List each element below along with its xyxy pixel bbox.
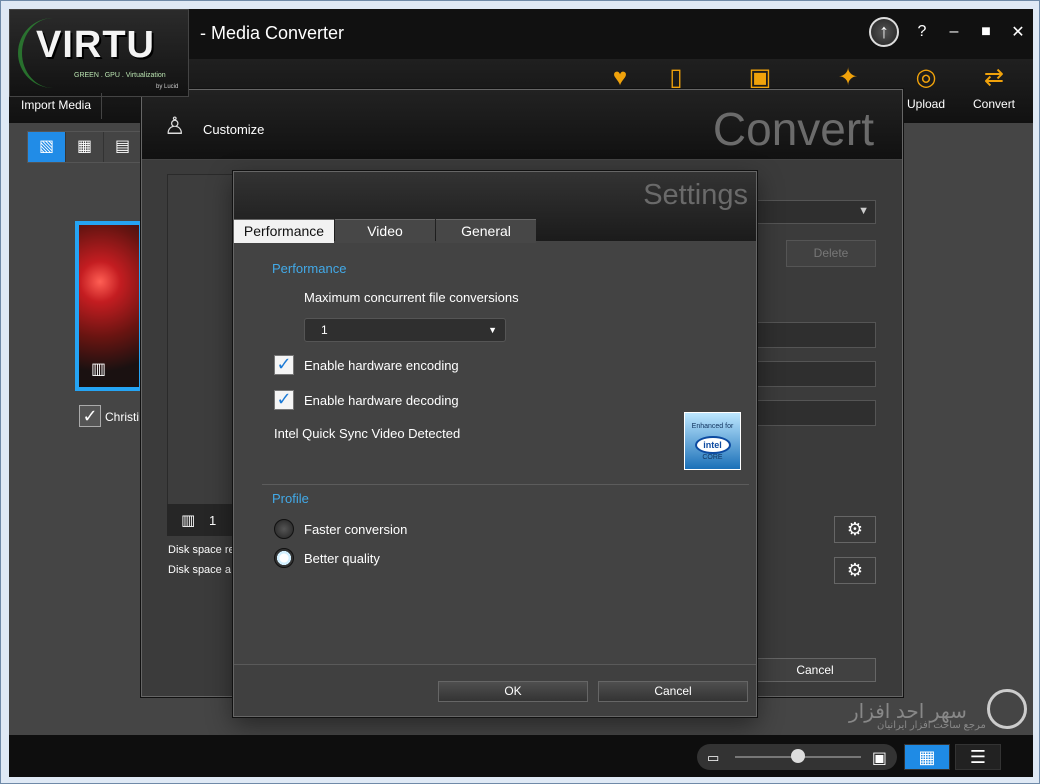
hardware-encoding-label: Enable hardware encoding — [304, 358, 459, 373]
intel-logo-icon: intel — [694, 436, 731, 454]
large-thumbnail-icon[interactable]: ▣ — [872, 748, 887, 768]
convert-arrows-icon: ⇄ — [983, 64, 1005, 91]
watermark-subtext: مرجع ساخت افزار ایرانیان — [877, 720, 986, 731]
thumbnail-label: Christi — [105, 410, 140, 424]
video-filter-icon[interactable]: ▦ — [66, 132, 104, 162]
logo-brand: VIRTU — [36, 24, 155, 66]
settings-footer: OK Cancel — [234, 664, 756, 716]
delete-button[interactable]: Delete — [786, 240, 876, 267]
customize-label: Customize — [203, 122, 265, 137]
grid-icon: ▦ — [918, 747, 936, 767]
chevron-down-icon: ▼ — [488, 325, 497, 335]
setting-field-1[interactable] — [754, 322, 876, 348]
tab-performance[interactable]: Performance — [234, 219, 334, 243]
convert-tool[interactable]: ⇄ Convert — [973, 63, 1015, 111]
application-window: VIRTU GREEN . GPU . Virtualization by Lu… — [0, 0, 1040, 784]
max-conversions-label: Maximum concurrent file conversions — [304, 290, 519, 305]
import-media-button[interactable]: Import Media — [11, 93, 103, 119]
window-title: - Media Converter — [200, 23, 345, 43]
minimize-button[interactable]: – — [945, 23, 963, 41]
list-icon: ☰ — [969, 747, 987, 767]
video-thumbnail[interactable]: ▥ — [75, 221, 143, 391]
disk-space-required-label: Disk space re — [168, 544, 235, 556]
list-view-button[interactable]: ☰ — [955, 744, 1001, 770]
convert-cancel-button[interactable]: Cancel — [754, 658, 876, 682]
globe-icon: ◎ — [915, 64, 937, 91]
tab-video[interactable]: Video — [335, 219, 435, 243]
section-divider — [262, 484, 749, 485]
settings-dialog: Settings Performance Video General Perfo… — [233, 171, 757, 717]
settings-cancel-button[interactable]: Cancel — [598, 681, 748, 702]
upgrade-icon[interactable]: ↑ — [869, 17, 899, 47]
window-controls: ↑ ? – ■ ✕ — [869, 17, 1027, 47]
settings-tabs: Performance Video General — [234, 219, 536, 243]
hardware-encoding-checkbox[interactable]: ✓ — [274, 355, 294, 375]
bottom-bar: ▭ ▣ ▦ ☰ — [9, 735, 1033, 777]
grid-view-button[interactable]: ▦ — [904, 744, 950, 770]
ok-button[interactable]: OK — [438, 681, 588, 702]
performance-section-title: Performance — [272, 261, 347, 276]
better-quality-radio[interactable] — [274, 548, 294, 568]
tab-general[interactable]: General — [436, 219, 536, 243]
help-button[interactable]: ? — [913, 23, 931, 41]
view-tabs: ▧ ▦ ▤ — [27, 131, 143, 163]
max-conversions-value: 1 — [321, 323, 328, 337]
setting-field-2[interactable] — [754, 361, 876, 387]
preview-panel — [167, 174, 237, 536]
photo-filter-icon[interactable]: ▤ — [104, 132, 142, 162]
logo-by: by Lucid — [156, 84, 179, 90]
settings-gear-button-2[interactable]: ⚙ — [834, 557, 876, 584]
convert-title: Convert — [712, 103, 874, 155]
film-icon: ▥ — [181, 512, 196, 529]
thumbnail-checkbox[interactable]: ✓ — [79, 405, 101, 427]
setting-field-3[interactable] — [754, 400, 876, 426]
disk-space-available-label: Disk space a — [168, 564, 231, 576]
better-quality-label: Better quality — [304, 551, 380, 566]
zoom-slider-handle[interactable] — [791, 749, 805, 763]
all-media-icon[interactable]: ▧ — [28, 132, 66, 162]
max-conversions-select[interactable]: 1 ▼ — [304, 318, 506, 342]
faster-conversion-radio[interactable] — [274, 519, 294, 539]
settings-gear-button-1[interactable]: ⚙ — [834, 516, 876, 543]
virtu-logo: VIRTU GREEN . GPU . Virtualization by Lu… — [9, 9, 189, 97]
settings-title: Settings — [643, 179, 748, 211]
film-icon: ▥ — [91, 361, 107, 378]
customize-icon: ♙ — [164, 113, 186, 140]
convert-label: Convert — [973, 97, 1016, 111]
gear-icon: ⚙ — [846, 560, 864, 580]
gear-icon: ⚙ — [846, 519, 864, 539]
upload-label: Upload — [907, 97, 946, 111]
maximize-button[interactable]: ■ — [977, 23, 995, 41]
convert-header: ♙ Customize Convert — [142, 90, 902, 160]
upload-tool[interactable]: ◎ Upload — [907, 63, 945, 111]
logo-tagline: GREEN . GPU . Virtualization — [74, 72, 166, 79]
small-thumbnail-icon[interactable]: ▭ — [707, 750, 719, 766]
hardware-decoding-checkbox[interactable]: ✓ — [274, 390, 294, 410]
watermark-logo-icon — [987, 689, 1027, 729]
intel-enhanced-label: Enhanced for — [691, 423, 734, 430]
faster-conversion-label: Faster conversion — [304, 522, 408, 537]
intel-badge-icon: Enhanced for intel CORE — [684, 412, 741, 470]
profile-section-title: Profile — [272, 491, 309, 506]
zoom-control: ▭ ▣ — [697, 744, 897, 770]
preview-count: 1 — [209, 513, 217, 528]
preview-footer: ▥ 1 — [167, 504, 237, 536]
close-button[interactable]: ✕ — [1009, 22, 1027, 42]
hardware-decoding-label: Enable hardware decoding — [304, 393, 459, 408]
profile-select[interactable] — [754, 200, 876, 224]
quick-sync-status: Intel Quick Sync Video Detected — [274, 426, 461, 441]
intel-core-label: CORE — [702, 454, 723, 461]
